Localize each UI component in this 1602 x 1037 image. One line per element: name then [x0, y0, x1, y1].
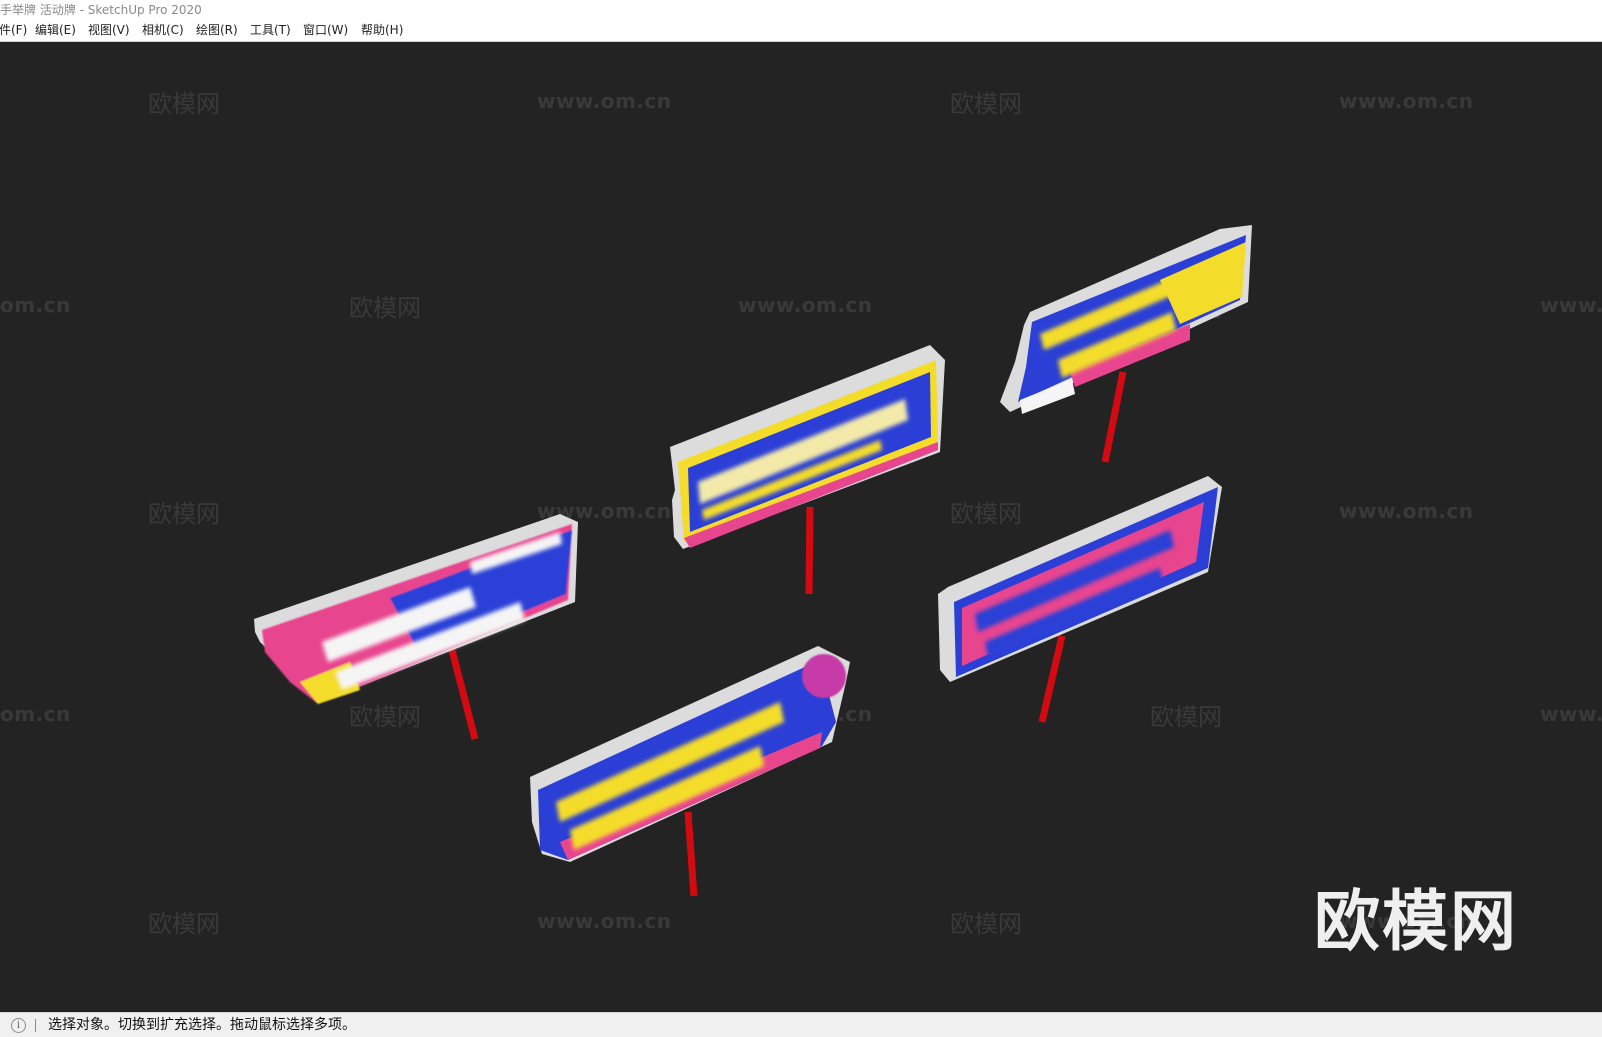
sign-pole	[805, 506, 814, 595]
sign-pole	[1038, 635, 1066, 723]
sign-board[interactable]	[1000, 225, 1252, 463]
3d-viewport[interactable]: 欧模网 www.om.cn 欧模网 www.om.cn om.cn 欧模网 ww…	[0, 42, 1602, 1012]
sign-board[interactable]	[254, 514, 578, 740]
sign-board[interactable]	[938, 476, 1222, 723]
sign-badge	[802, 654, 846, 698]
menu-tools[interactable]: 工具(T)	[250, 20, 291, 41]
menu-file[interactable]: 件(F)	[0, 20, 27, 41]
sketchup-window: 手举牌 活动牌 - SketchUp Pro 2020 件(F) 编辑(E) 视…	[0, 0, 1602, 1037]
status-divider	[35, 1019, 36, 1032]
menu-window[interactable]: 窗口(W)	[303, 20, 348, 41]
scene-graphics	[254, 225, 1252, 897]
status-bar: i 选择对象。切换到扩充选择。拖动鼠标选择多项。	[0, 1012, 1602, 1037]
menu-draw[interactable]: 绘图(R)	[196, 20, 238, 41]
sign-board[interactable]	[530, 646, 850, 897]
watermark-logo: 欧模网	[1314, 883, 1518, 960]
menu-camera[interactable]: 相机(C)	[142, 20, 184, 41]
sign-pole	[1101, 371, 1127, 463]
window-title: 手举牌 活动牌 - SketchUp Pro 2020	[0, 3, 202, 17]
sign-pole	[448, 649, 479, 740]
sign-board[interactable]	[670, 345, 945, 595]
menu-view[interactable]: 视图(V)	[88, 20, 130, 41]
menu-edit[interactable]: 编辑(E)	[35, 20, 76, 41]
sign-pole	[684, 811, 698, 897]
menu-bar: 件(F) 编辑(E) 视图(V) 相机(C) 绘图(R) 工具(T) 窗口(W)…	[0, 20, 1602, 42]
menu-help[interactable]: 帮助(H)	[361, 20, 403, 41]
title-bar: 手举牌 活动牌 - SketchUp Pro 2020	[0, 0, 1602, 20]
info-icon[interactable]: i	[11, 1018, 26, 1033]
status-text: 选择对象。切换到扩充选择。拖动鼠标选择多项。	[48, 1017, 356, 1033]
